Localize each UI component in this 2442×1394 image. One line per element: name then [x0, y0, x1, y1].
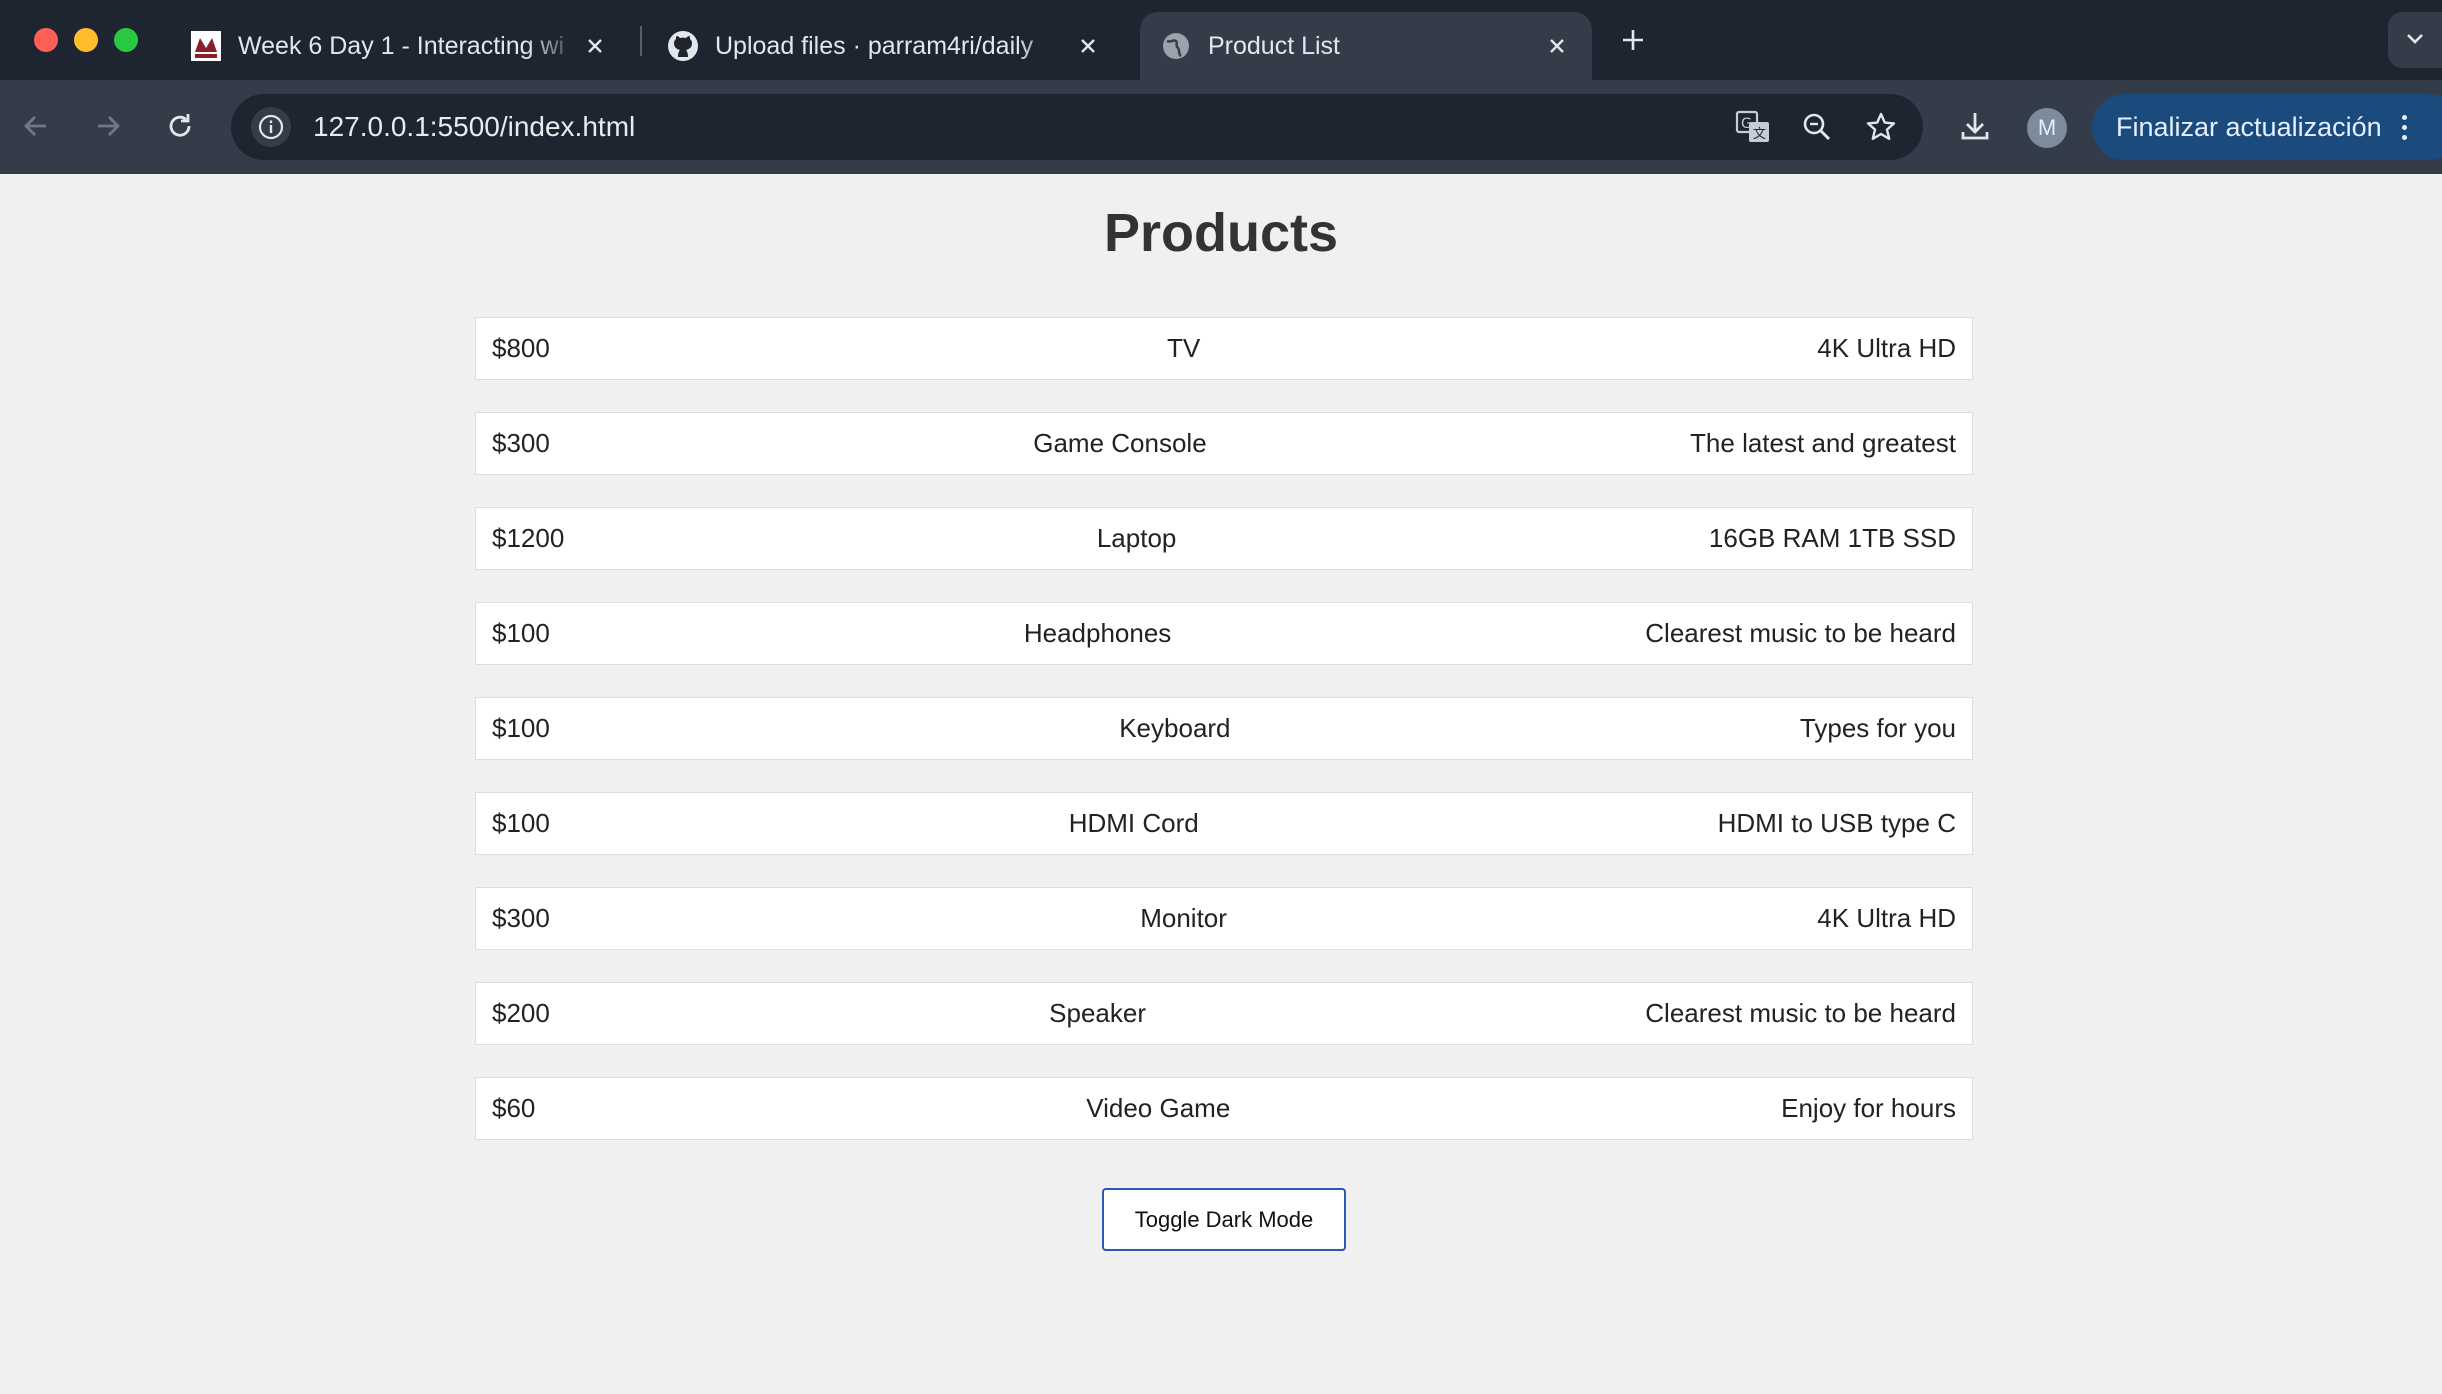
- product-item: $1200 Laptop 16GB RAM 1TB SSD: [475, 507, 1973, 570]
- minimize-window-button[interactable]: [74, 28, 98, 52]
- product-description: 4K Ultra HD: [1817, 903, 1956, 933]
- product-name: Speaker: [1049, 998, 1146, 1028]
- toggle-dark-mode-button[interactable]: Toggle Dark Mode: [1102, 1188, 1346, 1251]
- product-price: $200: [492, 998, 550, 1028]
- product-item: $800 TV 4K Ultra HD: [475, 317, 1973, 380]
- tab-separator: [640, 26, 642, 56]
- product-price: $1200: [492, 523, 565, 553]
- window-controls: [34, 28, 138, 52]
- tab-upload-files[interactable]: Upload files · parram4ri/daily: [647, 12, 1123, 80]
- chevron-down-icon: [2404, 27, 2426, 54]
- github-icon: [667, 30, 699, 62]
- browser-tab-strip: Week 6 Day 1 - Interacting wi Upload fil…: [0, 0, 2442, 80]
- school-logo-icon: [190, 30, 222, 62]
- product-price: $100: [492, 808, 550, 838]
- reload-button[interactable]: [160, 108, 200, 148]
- product-item: $100 Keyboard Types for you: [475, 697, 1973, 760]
- globe-icon: [1160, 30, 1192, 62]
- tab-product-list[interactable]: Product List: [1140, 12, 1592, 80]
- zoom-icon[interactable]: [1795, 105, 1839, 149]
- bookmark-star-icon[interactable]: [1859, 105, 1903, 149]
- product-price: $300: [492, 428, 550, 458]
- tab-title: Product List: [1208, 31, 1341, 60]
- arrow-left-icon: [20, 110, 52, 147]
- product-price: $100: [492, 713, 550, 743]
- product-description: Enjoy for hours: [1781, 1093, 1956, 1123]
- product-name: Video Game: [1086, 1093, 1231, 1123]
- svg-text:文: 文: [1753, 127, 1766, 142]
- arrow-right-icon: [92, 110, 124, 147]
- product-name: Game Console: [1033, 428, 1207, 458]
- product-name: Monitor: [1140, 903, 1227, 933]
- product-description: Types for you: [1799, 713, 1956, 743]
- product-list: $800 TV 4K Ultra HD $300 Game Console Th…: [475, 317, 1973, 1172]
- tab-search-button[interactable]: [2388, 12, 2442, 68]
- address-url[interactable]: 127.0.0.1:5500/index.html: [313, 111, 1731, 143]
- page-title: Products: [1103, 203, 1339, 263]
- product-item: $300 Game Console The latest and greates…: [475, 412, 1973, 475]
- profile-avatar[interactable]: M: [2027, 108, 2067, 148]
- maximize-window-button[interactable]: [114, 28, 138, 52]
- product-name: Headphones: [1023, 618, 1172, 648]
- back-button[interactable]: [16, 108, 56, 148]
- downloads-button[interactable]: [1953, 106, 1997, 150]
- product-name: TV: [1166, 333, 1201, 363]
- product-description: 16GB RAM 1TB SSD: [1708, 523, 1956, 553]
- product-description: Clearest music to be heard: [1645, 618, 1956, 648]
- product-price: $800: [492, 333, 550, 363]
- product-description: Clearest music to be heard: [1645, 998, 1956, 1028]
- address-bar[interactable]: 127.0.0.1:5500/index.html G文: [231, 94, 1923, 160]
- close-icon[interactable]: [580, 31, 610, 61]
- product-item: $60 Video Game Enjoy for hours: [475, 1077, 1973, 1140]
- product-price: $300: [492, 903, 550, 933]
- product-description: HDMI to USB type C: [1717, 808, 1956, 838]
- product-price: $100: [492, 618, 550, 648]
- product-name: Laptop: [1096, 523, 1177, 553]
- product-item: $300 Monitor 4K Ultra HD: [475, 887, 1973, 950]
- forward-button[interactable]: [88, 108, 128, 148]
- site-info-icon[interactable]: [251, 107, 291, 147]
- close-icon[interactable]: [1073, 31, 1103, 61]
- tab-week6-day1[interactable]: Week 6 Day 1 - Interacting wi: [170, 12, 630, 80]
- product-item: $100 Headphones Clearest music to be hea…: [475, 602, 1973, 665]
- close-icon[interactable]: [1542, 31, 1572, 61]
- tab-title: Week 6 Day 1 - Interacting wi: [238, 31, 565, 60]
- update-button[interactable]: Finalizar actualización: [2092, 94, 2442, 160]
- kebab-menu-icon[interactable]: [2401, 114, 2407, 140]
- product-description: 4K Ultra HD: [1817, 333, 1956, 363]
- translate-icon[interactable]: G文: [1731, 105, 1775, 149]
- product-name: Keyboard: [1119, 713, 1231, 743]
- reload-icon: [164, 110, 196, 147]
- product-item: $100 HDMI Cord HDMI to USB type C: [475, 792, 1973, 855]
- browser-toolbar: 127.0.0.1:5500/index.html G文 M Finalizar…: [0, 80, 2442, 174]
- product-price: $60: [492, 1093, 536, 1123]
- download-icon: [1958, 109, 1992, 148]
- tab-title: Upload files · parram4ri/daily: [715, 31, 1034, 60]
- product-name: HDMI Cord: [1068, 808, 1199, 838]
- new-tab-button[interactable]: [1615, 22, 1651, 58]
- product-item: $200 Speaker Clearest music to be heard: [475, 982, 1973, 1045]
- product-description: The latest and greatest: [1690, 428, 1956, 458]
- close-window-button[interactable]: [34, 28, 58, 52]
- update-label: Finalizar actualización: [2116, 111, 2382, 142]
- page-viewport: Products $800 TV 4K Ultra HD $300 Game C…: [0, 174, 2442, 1394]
